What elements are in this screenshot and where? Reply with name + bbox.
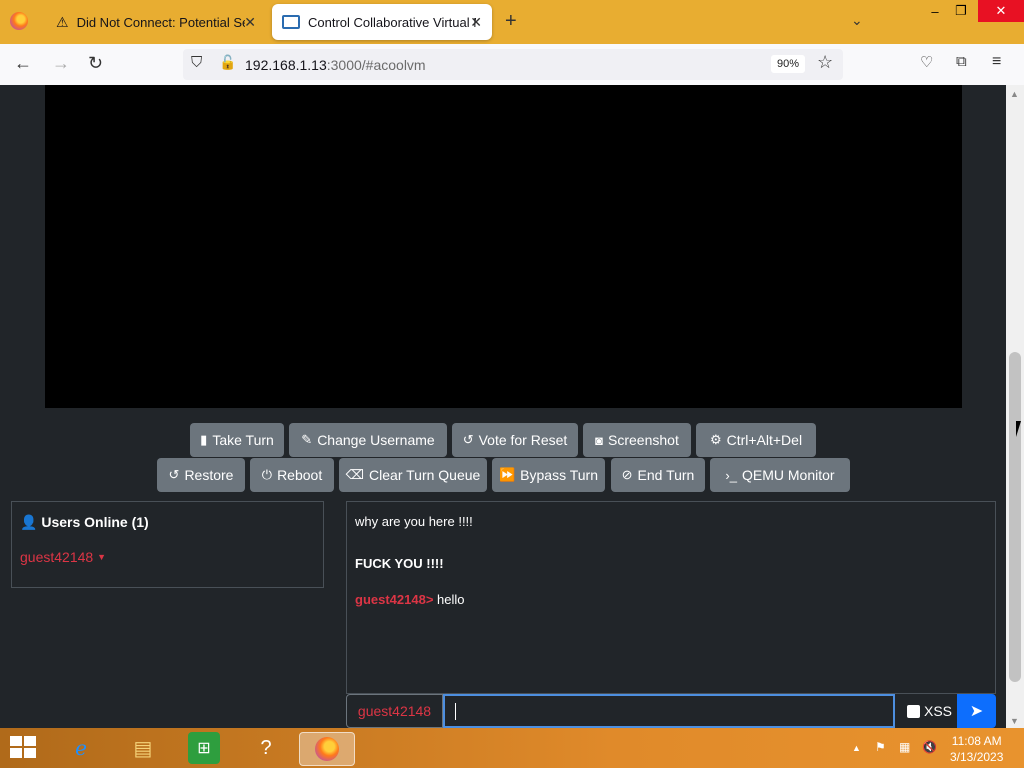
pocket-icon[interactable]: ♡ (920, 53, 933, 71)
reload-icon[interactable]: ↻ (88, 53, 103, 74)
network-icon[interactable]: ▦ (899, 740, 910, 754)
send-button[interactable]: ➤ (957, 694, 996, 728)
users-online-title: 👤 Users Online (1) (20, 514, 149, 530)
undo-icon: ↺ (168, 467, 180, 482)
list-tabs-chevron-icon[interactable]: ⌄ (851, 12, 863, 29)
system-clock[interactable]: 11:08 AM 3/13/2023 (950, 733, 1003, 765)
navigation-bar: ← → ↻ ⛉ 🔓 192.168.1.13:3000/#acoolvm 90%… (0, 44, 1024, 86)
change-username-button[interactable]: ✎ Change Username (289, 423, 447, 457)
firefox-taskbar-icon[interactable] (299, 732, 355, 766)
xss-label: XSS (924, 703, 953, 719)
eraser-icon: ⌫ (345, 467, 365, 482)
collabvm-page: ▮ Take Turn ✎ Change Username ↺ Vote for Re… (0, 85, 1006, 728)
bypass-turn-button[interactable]: ⏩ Bypass Turn (492, 458, 605, 492)
screenshot-button[interactable]: ◙ Screenshot (583, 423, 691, 457)
users-online-panel: 👤 Users Online (1) guest42148 ▼ (11, 501, 324, 588)
close-tab-icon[interactable]: ✕ (470, 14, 482, 31)
new-tab-button[interactable]: + (505, 10, 517, 33)
address-bar[interactable]: ⛉ 🔓 192.168.1.13:3000/#acoolvm 90% ☆ (183, 49, 843, 80)
maximize-button[interactable]: ❐ (944, 0, 978, 22)
camera-icon: ◙ (595, 432, 604, 448)
scroll-up-icon[interactable]: ▲ (1010, 89, 1019, 99)
insecure-lock-icon[interactable]: 🔓 (219, 54, 236, 71)
close-window-button[interactable]: ✕ (978, 0, 1024, 22)
shield-icon[interactable]: ⛉ (191, 54, 202, 71)
back-arrow-icon[interactable]: ← (14, 53, 32, 74)
tray-chevron-icon[interactable]: ▲ (852, 743, 861, 753)
qemu-monitor-button[interactable]: ›_ QEMU Monitor (710, 458, 850, 492)
store-icon[interactable]: ⊞ (188, 732, 220, 764)
fast-forward-icon: ⏩ (498, 467, 516, 482)
take-turn-button[interactable]: ▮ Take Turn (190, 423, 284, 457)
caret-down-icon: ▼ (97, 552, 106, 562)
volume-muted-icon[interactable]: 🔇 (922, 740, 937, 754)
firefox-icon[interactable] (10, 12, 28, 30)
tab-collabvm[interactable]: Control Collaborative Virtual Machine ✕ (272, 4, 492, 40)
forward-arrow-icon[interactable]: → (52, 53, 70, 74)
scroll-down-icon[interactable]: ▼ (1010, 716, 1019, 726)
ban-icon: ⊘ (621, 467, 633, 482)
scroll-thumb[interactable] (1009, 352, 1021, 682)
tab-security-issue[interactable]: ⚠ Did Not Connect: Potential Security Is… (44, 0, 266, 44)
chat-input-row: guest42148 XSS ➤ (346, 694, 996, 728)
end-turn-button[interactable]: ⊘ End Turn (611, 458, 705, 492)
terminal-icon: ›_ (725, 467, 737, 483)
page-scrollbar[interactable]: ▲ ▼ (1006, 85, 1024, 728)
clear-turn-queue-button[interactable]: ⌫ Clear Turn Queue (339, 458, 487, 492)
chat-message: why are you here !!!! (355, 514, 473, 529)
monitor-icon (282, 15, 300, 29)
user-edit-icon: ✎ (301, 432, 313, 447)
chat-message-text: hello (437, 592, 465, 607)
chat-message-username: guest42148> (355, 592, 434, 607)
chat-log: why are you here !!!! FUCK YOU !!!! gues… (346, 501, 996, 694)
vote-for-reset-button[interactable]: ↺ Vote for Reset (452, 423, 578, 457)
mouse-pointer-icon (1016, 421, 1024, 437)
restore-button[interactable]: ↺ Restore (157, 458, 245, 492)
chat-message: FUCK YOU !!!! (355, 556, 444, 571)
user-list-item[interactable]: guest42148 ▼ (20, 549, 106, 565)
undo-icon: ↺ (462, 432, 474, 447)
warning-icon: ⚠ (56, 13, 69, 30)
chat-username-label: guest42148 (346, 694, 443, 728)
user-icon: 👤 (20, 514, 38, 530)
internet-explorer-icon[interactable]: ℯ (65, 732, 97, 764)
ctrl-alt-del-button[interactable]: ⚙ Ctrl+Alt+Del (696, 423, 816, 457)
xss-checkbox[interactable] (907, 704, 920, 718)
xss-toggle[interactable]: XSS (897, 694, 957, 728)
close-tab-icon[interactable]: ✕ (244, 14, 256, 31)
menu-icon[interactable]: ≡ (992, 53, 1001, 71)
url-text[interactable]: 192.168.1.13:3000/#acoolvm (245, 57, 426, 73)
extensions-icon[interactable]: ⧉ (956, 53, 967, 70)
help-icon[interactable]: ? (250, 732, 282, 764)
flag-icon[interactable]: ⚑ (875, 740, 886, 754)
bookmark-star-icon[interactable]: ☆ (817, 52, 833, 73)
tab-title: Did Not Connect: Potential Security Issu… (76, 14, 245, 30)
vm-display[interactable] (45, 85, 962, 408)
mouse-icon: ▮ (200, 432, 208, 447)
start-button[interactable] (10, 736, 38, 760)
tab-title: Control Collaborative Virtual Machine (308, 14, 476, 30)
zoom-level[interactable]: 90% (771, 55, 806, 73)
gear-icon: ⚙ (709, 432, 722, 447)
text-cursor (455, 703, 456, 720)
tab-strip: ⚠ Did Not Connect: Potential Security Is… (0, 0, 1024, 44)
chat-message: guest42148> hello (355, 592, 465, 607)
windows-taskbar: ℯ ▤ ⊞ ? ▲ ⚑ ▦ 🔇 11:08 AM 3/13/2023 (0, 728, 1024, 768)
reboot-button[interactable]: ⏻ Reboot (250, 458, 334, 492)
file-explorer-icon[interactable]: ▤ (127, 732, 159, 764)
paper-plane-icon: ➤ (969, 703, 984, 720)
chat-input[interactable] (443, 694, 895, 728)
power-icon: ⏻ (261, 467, 273, 482)
